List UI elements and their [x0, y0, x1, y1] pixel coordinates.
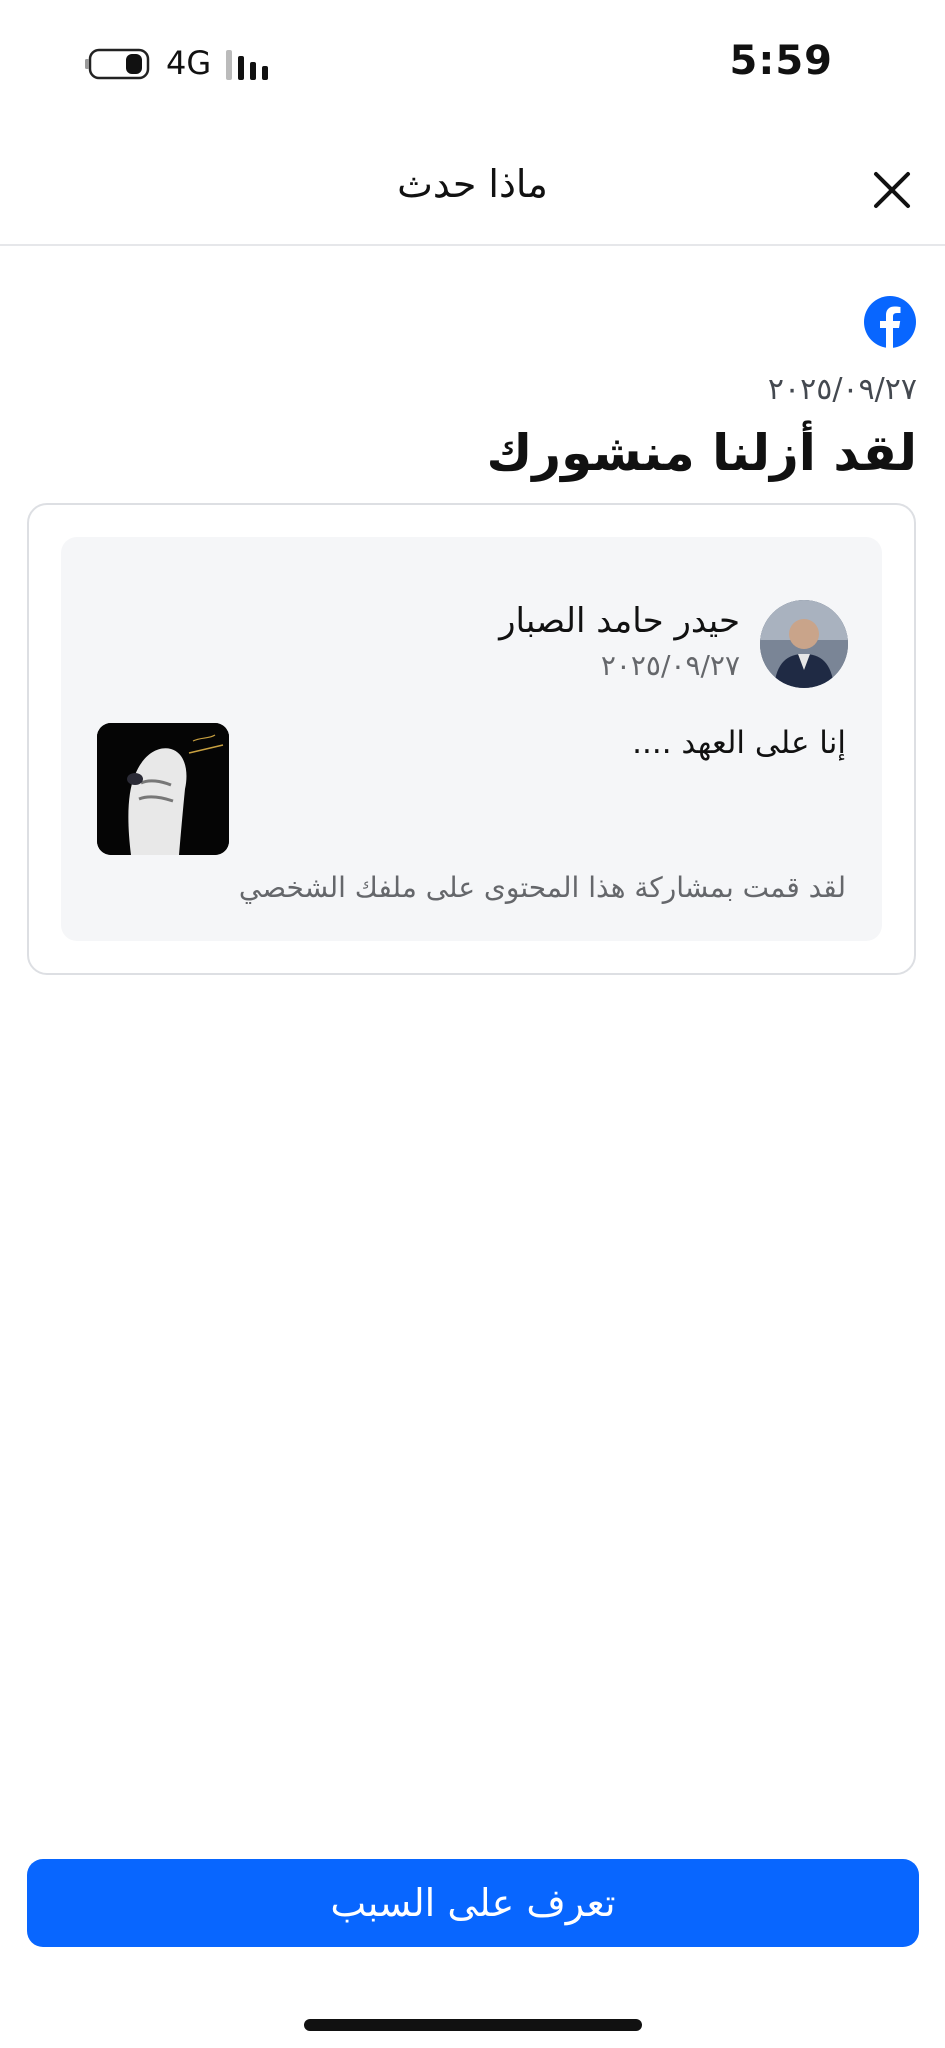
post-preview[interactable]: حيدر حامد الصبار ٢٠٢٥/٠٩/٢٧ إنا على العه… — [61, 537, 882, 941]
battery-icon — [85, 48, 150, 80]
removed-post-card: حيدر حامد الصبار ٢٠٢٥/٠٩/٢٧ إنا على العه… — [27, 503, 916, 975]
removal-title: لقد أزلنا منشورك — [486, 424, 917, 482]
post-text: إنا على العهد .... — [632, 725, 846, 761]
network-type: 4G — [166, 44, 212, 82]
removal-date: ٢٠٢٥/٠٩/٢٧ — [767, 372, 917, 407]
learn-why-button[interactable]: تعرف على السبب — [27, 1859, 919, 1947]
post-author: حيدر حامد الصبار — [499, 601, 740, 641]
avatar — [760, 600, 848, 688]
status-time: 5:59 — [729, 38, 833, 84]
post-date: ٢٠٢٥/٠٩/٢٧ — [600, 649, 740, 682]
home-indicator[interactable] — [304, 2019, 642, 2031]
header: ماذا حدث — [0, 140, 945, 246]
signal-icon — [226, 50, 268, 80]
facebook-icon — [864, 296, 916, 348]
post-thumbnail — [97, 723, 229, 855]
page-title: ماذا حدث — [397, 162, 548, 206]
close-icon — [874, 172, 910, 208]
shared-note: لقد قمت بمشاركة هذا المحتوى على ملفك الش… — [238, 871, 846, 904]
status-bar: 4G 5:59 — [0, 0, 945, 130]
close-button[interactable] — [866, 164, 918, 216]
